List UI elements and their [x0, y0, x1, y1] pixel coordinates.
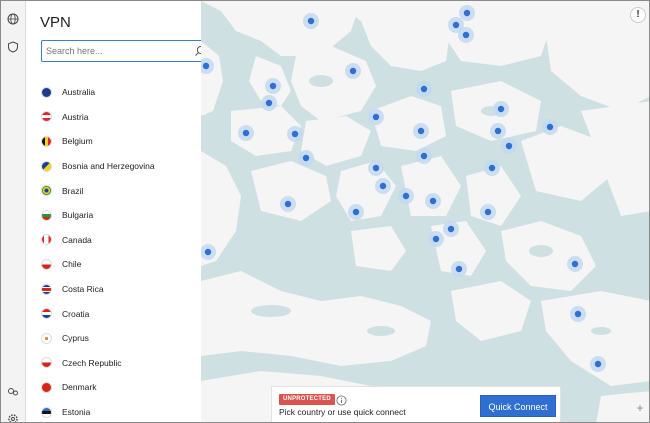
country-name: Croatia [62, 308, 90, 319]
settings-icon[interactable] [5, 411, 21, 422]
server-pin[interactable] [265, 78, 281, 94]
server-pin[interactable] [458, 27, 474, 43]
server-pin[interactable] [501, 138, 517, 154]
country-name: Cyprus [62, 333, 89, 344]
server-pin[interactable] [428, 231, 444, 247]
list-top-fade [37, 69, 197, 79]
app-window: VPN Australia Austria Belgium Bosnia and He… [0, 0, 650, 423]
server-pin[interactable] [570, 306, 586, 322]
connection-status-card: UNPROTECTED Pick country or use quick co… [271, 386, 561, 422]
status-message: Pick country or use quick connect [279, 407, 406, 417]
country-item[interactable]: Bulgaria [27, 203, 195, 228]
server-pin[interactable] [542, 119, 558, 135]
country-name: Brazil [62, 185, 84, 196]
server-pin[interactable] [261, 95, 277, 111]
server-pin[interactable] [280, 196, 296, 212]
country-item[interactable]: Denmark [27, 375, 195, 400]
meshnet-icon[interactable] [5, 383, 21, 399]
canada-flag-icon [41, 234, 52, 246]
bulgaria-flag-icon [41, 209, 52, 221]
country-item[interactable]: Belgium [27, 129, 195, 154]
server-pin[interactable] [425, 193, 441, 209]
server-pin[interactable] [375, 178, 391, 194]
server-pin[interactable] [484, 160, 500, 176]
australia-flag-icon [41, 86, 52, 98]
czech-flag-icon [41, 357, 52, 369]
alert-button[interactable]: ! [630, 7, 646, 23]
server-pin[interactable] [590, 356, 606, 372]
country-item[interactable]: Costa Rica [27, 277, 195, 302]
country-list: Australia Austria Belgium Bosnia and Herzeg… [27, 80, 195, 422]
country-name: Austria [62, 111, 89, 122]
country-name: Bulgaria [62, 210, 94, 221]
country-item[interactable]: Cyprus [27, 326, 195, 351]
country-item[interactable]: Austria [27, 105, 195, 130]
shield-icon[interactable] [5, 39, 21, 55]
country-item[interactable]: Czech Republic [27, 351, 195, 376]
zoom-in-button[interactable]: + [633, 401, 647, 415]
map-canvas [201, 1, 649, 422]
server-pin[interactable] [416, 148, 432, 164]
land-masses [201, 1, 649, 422]
server-pin[interactable] [287, 126, 303, 142]
server-pin[interactable] [368, 160, 384, 176]
country-item[interactable]: Brazil [27, 178, 195, 203]
country-item[interactable]: Chile [27, 252, 195, 277]
costa-rica-flag-icon [41, 283, 52, 295]
country-name: Costa Rica [62, 284, 104, 295]
country-item[interactable]: Australia [27, 80, 195, 105]
page-title: VPN [40, 14, 71, 31]
server-pin[interactable] [298, 150, 314, 166]
server-pin[interactable] [416, 81, 432, 97]
country-name: Australia [62, 87, 96, 98]
country-item[interactable]: Canada [27, 228, 195, 253]
cyprus-flag-icon [41, 332, 52, 344]
denmark-flag-icon [41, 381, 52, 393]
country-item[interactable]: Estonia [27, 400, 195, 422]
chile-flag-icon [41, 258, 52, 270]
country-item[interactable]: Bosnia and Herzegovina [27, 154, 195, 179]
server-pin[interactable] [459, 5, 475, 21]
server-pin[interactable] [493, 101, 509, 117]
austria-flag-icon [41, 111, 52, 123]
country-name: Canada [62, 234, 92, 245]
server-pin[interactable] [398, 188, 414, 204]
country-name: Chile [62, 259, 82, 270]
croatia-flag-icon [41, 308, 52, 320]
server-pin[interactable] [368, 109, 384, 125]
bosnia-flag-icon [41, 160, 52, 172]
server-pin[interactable] [490, 123, 506, 139]
search-box [41, 40, 212, 62]
country-name: Belgium [62, 136, 93, 147]
country-name: Denmark [62, 382, 97, 393]
world-map[interactable] [201, 1, 649, 422]
server-pin[interactable] [303, 13, 319, 29]
country-item[interactable]: Croatia [27, 301, 195, 326]
globe-icon[interactable] [5, 11, 21, 27]
status-badge: UNPROTECTED [279, 394, 335, 405]
country-name: Czech Republic [62, 357, 122, 368]
server-pin[interactable] [567, 256, 583, 272]
server-pin[interactable] [413, 123, 429, 139]
server-pin[interactable] [238, 125, 254, 141]
quick-connect-button[interactable]: Quick Connect [480, 395, 556, 417]
icon-rail [1, 1, 26, 422]
brazil-flag-icon [41, 185, 52, 197]
country-name: Estonia [62, 407, 91, 418]
info-icon[interactable] [336, 393, 347, 406]
estonia-flag-icon [41, 406, 52, 418]
country-panel: VPN Australia Austria Belgium Bosnia and He… [27, 1, 226, 422]
server-pin[interactable] [345, 63, 361, 79]
search-input[interactable] [46, 43, 186, 59]
belgium-flag-icon [41, 135, 52, 147]
server-pin[interactable] [480, 204, 496, 220]
country-name: Bosnia and Herzegovina [62, 161, 155, 172]
server-pin[interactable] [443, 221, 459, 237]
server-pin[interactable] [348, 204, 364, 220]
server-pin[interactable] [451, 261, 467, 277]
